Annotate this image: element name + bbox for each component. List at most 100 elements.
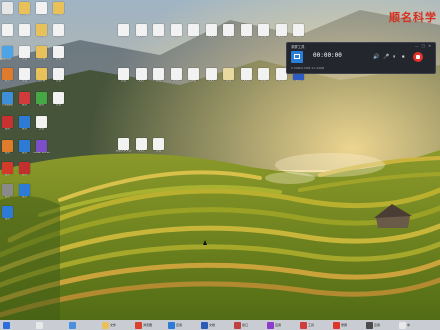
- microphone-icon[interactable]: 🎤: [383, 54, 389, 60]
- desktop-icon-left[interactable]: 应用: [0, 162, 15, 179]
- desktop-icon-left[interactable]: 应用: [17, 92, 32, 109]
- desktop-icon[interactable]: 新建文本文档: [116, 138, 131, 155]
- desktop-icon-left[interactable]: 文档: [17, 24, 32, 41]
- taskbar-button[interactable]: 应用: [267, 321, 281, 329]
- desktop-icon-left[interactable]: 文档: [51, 68, 66, 85]
- desktop-icon-left[interactable]: 应用: [17, 140, 32, 157]
- desktop-icon-left[interactable]: 文件夹: [34, 46, 49, 63]
- speaker-icon[interactable]: 🔊: [373, 54, 379, 60]
- file-icon: [2, 206, 13, 218]
- desktop-icon-left[interactable]: 应用: [17, 184, 32, 201]
- desktop-icon[interactable]: 文档: [256, 68, 271, 85]
- desktop-icon[interactable]: 文档: [169, 24, 184, 41]
- desktop-icon-left[interactable]: 文件夹: [17, 2, 32, 19]
- taskbar-button[interactable]: 录屏: [333, 321, 347, 329]
- desktop-icon[interactable]: 文档: [221, 68, 236, 85]
- desktop-icon-left[interactable]: 应用: [17, 116, 32, 133]
- file-icon: [2, 116, 13, 128]
- desktop-icon[interactable]: 文档: [186, 24, 201, 41]
- desktop-icon-left[interactable]: 文档: [34, 2, 49, 19]
- taskbar-button[interactable]: 文件: [102, 321, 116, 329]
- desktop-icon[interactable]: 文档: [151, 24, 166, 41]
- desktop-icon[interactable]: 文档: [116, 68, 131, 85]
- taskbar-button[interactable]: 浏览器: [135, 321, 152, 329]
- desktop[interactable]: 顺名科学 回收站 文件夹 文档 文件夹 文档 文档 文件夹 文档 此电脑 文档 文件夹 文档 软件 文档文…: [0, 0, 440, 330]
- desktop-icon[interactable]: 文档: [134, 68, 149, 85]
- desktop-icon-left[interactable]: 文档: [17, 68, 32, 85]
- taskbar-button[interactable]: 文档: [201, 321, 215, 329]
- desktop-icon[interactable]: 文档: [186, 68, 201, 85]
- desktop-icon-left[interactable]: 文档: [0, 24, 15, 41]
- app-icon: [399, 321, 406, 329]
- app-icon: [36, 321, 43, 329]
- taskbar-button[interactable]: 工具: [300, 321, 314, 329]
- desktop-icon-label: 文档: [260, 80, 267, 82]
- taskbar-button[interactable]: [69, 321, 76, 329]
- desktop-icon-left[interactable]: 软件: [0, 68, 15, 85]
- desktop-icon-left[interactable]: 应用: [0, 184, 15, 201]
- taskbar-button[interactable]: 应用: [168, 321, 182, 329]
- file-icon: [2, 92, 13, 104]
- file-icon: [275, 68, 287, 80]
- desktop-icon-left[interactable]: Visual Studio: [33, 140, 50, 157]
- desktop-icon-left[interactable]: 文件夹: [34, 24, 49, 41]
- desktop-icon[interactable]: 文档: [116, 24, 131, 41]
- taskbar[interactable]: 文件 浏览器 应用 文档 窗口 应用 工具 录屏 应用 中: [0, 320, 440, 330]
- desktop-icon[interactable]: 文档: [151, 68, 166, 85]
- desktop-icon[interactable]: 文档: [239, 68, 254, 85]
- taskbar-button[interactable]: [36, 321, 43, 329]
- desktop-icon-left[interactable]: 应用: [34, 92, 49, 109]
- file-icon: [205, 24, 217, 36]
- desktop-icon-left[interactable]: 文档: [51, 46, 66, 63]
- file-icon: [258, 68, 269, 80]
- desktop-icon[interactable]: 文档: [134, 138, 149, 155]
- screen-mode-icon[interactable]: [291, 51, 303, 63]
- desktop-icon-left[interactable]: 控制面板: [0, 92, 15, 109]
- desktop-icon-left[interactable]: 文档: [17, 46, 32, 63]
- desktop-icon[interactable]: 文档: [274, 24, 289, 41]
- desktop-icon-label: 应用: [4, 218, 11, 220]
- file-icon: [170, 68, 182, 80]
- taskbar-button[interactable]: 中: [399, 321, 410, 329]
- desktop-icon-label: 文档: [295, 36, 302, 38]
- taskbar-label: 录屏: [341, 323, 348, 327]
- desktop-icon-left[interactable]: 文档: [51, 24, 66, 41]
- desktop-icon-left[interactable]: 应用: [0, 206, 15, 223]
- desktop-icon[interactable]: 文档: [221, 24, 236, 41]
- desktop-icon-left[interactable]: 应用: [0, 140, 15, 157]
- desktop-icon[interactable]: 文档: [291, 24, 306, 41]
- desktop-icon[interactable]: 文档: [204, 68, 219, 85]
- taskbar-button[interactable]: [3, 321, 10, 329]
- file-icon: [118, 68, 129, 80]
- window-controls[interactable]: — □ ✕: [415, 44, 432, 48]
- taskbar-button[interactable]: 窗口: [234, 321, 248, 329]
- stop-icon[interactable]: ⏹: [402, 54, 405, 60]
- desktop-icon-label: 文档: [155, 150, 162, 152]
- desktop-icon-left[interactable]: 应用: [17, 162, 32, 179]
- file-icon: [53, 68, 64, 80]
- desktop-icon[interactable]: 文档: [169, 68, 184, 85]
- desktop-icon[interactable]: 文档: [134, 24, 149, 41]
- pause-icon[interactable]: ⏸: [393, 54, 396, 60]
- desktop-icon-label: 文档: [138, 36, 144, 38]
- desktop-icon[interactable]: 文档: [239, 24, 254, 41]
- file-icon: [2, 24, 13, 36]
- record-button[interactable]: [413, 52, 423, 62]
- desktop-icon[interactable]: 文档: [256, 24, 271, 41]
- file-icon: [118, 138, 129, 150]
- desktop-icon-left[interactable]: 文档: [34, 116, 49, 133]
- desktop-icon-left[interactable]: 应用: [0, 116, 15, 133]
- desktop-icon-left[interactable]: 回收站: [0, 2, 15, 19]
- screen-recorder-widget[interactable]: 录屏工具 — □ ✕ 00:00:00 0.0GB/0.0GB 31.44GB …: [286, 42, 436, 74]
- desktop-icon-left[interactable]: 文档: [51, 92, 66, 109]
- desktop-icon[interactable]: 文档: [204, 24, 219, 41]
- desktop-icon[interactable]: 文档: [151, 138, 166, 155]
- desktop-icon-label: 应用: [295, 80, 302, 82]
- desktop-icon-left[interactable]: 此电脑: [0, 46, 15, 63]
- app-icon: [3, 321, 10, 329]
- app-icon: [102, 321, 109, 329]
- desktop-icon-left[interactable]: 文件夹: [51, 2, 66, 19]
- file-icon: [223, 68, 234, 80]
- desktop-icon-left[interactable]: 文件夹: [34, 68, 49, 85]
- taskbar-button[interactable]: 应用: [366, 321, 380, 329]
